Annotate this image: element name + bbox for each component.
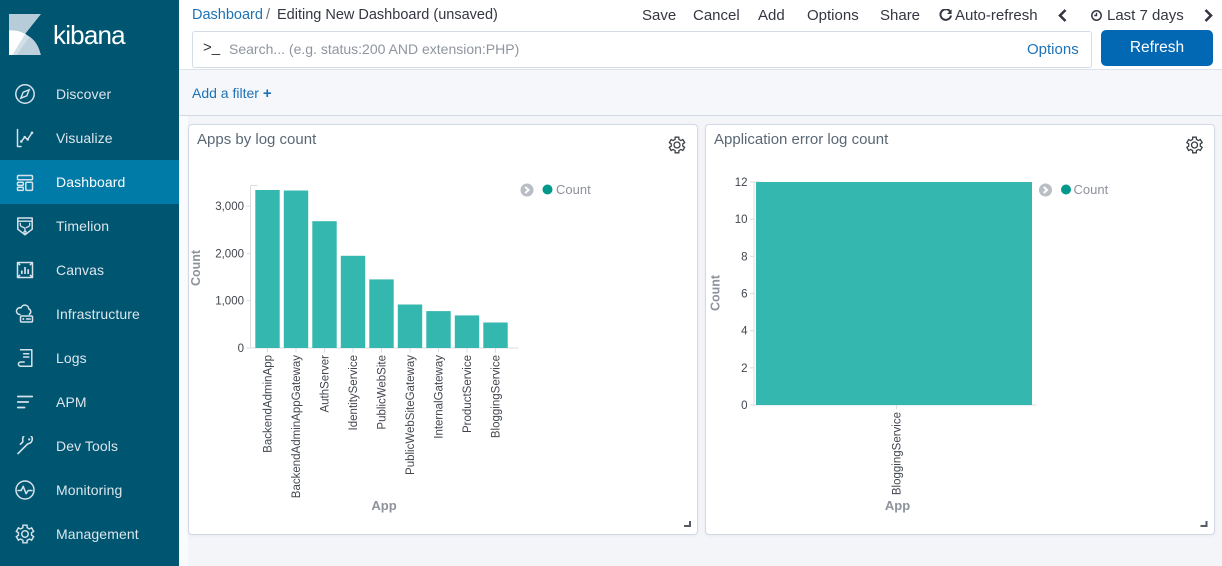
svg-text:PublicWebSite: PublicWebSite — [377, 355, 389, 430]
svg-text:10: 10 — [735, 214, 748, 226]
svg-text:Count: Count — [189, 249, 203, 286]
svg-text:1,000: 1,000 — [215, 296, 244, 308]
svg-text:2: 2 — [741, 363, 747, 375]
svg-text:InternalGateway: InternalGateway — [434, 355, 446, 439]
svg-text:0: 0 — [741, 400, 747, 412]
svg-text:BloggingService: BloggingService — [892, 412, 904, 495]
svg-text:Count: Count — [556, 182, 591, 197]
svg-text:3,000: 3,000 — [215, 201, 244, 213]
svg-text:ProductService: ProductService — [462, 355, 474, 433]
svg-text:2,000: 2,000 — [215, 248, 244, 260]
svg-text:BloggingService: BloggingService — [491, 355, 503, 438]
svg-text:Count: Count — [1074, 182, 1109, 197]
svg-text:IdentityService: IdentityService — [348, 355, 360, 430]
svg-text:App: App — [885, 498, 910, 513]
svg-text:6: 6 — [741, 289, 747, 301]
svg-text:4: 4 — [741, 326, 748, 338]
svg-text:Count: Count — [709, 274, 723, 311]
svg-text:12: 12 — [735, 177, 748, 189]
svg-text:BackendAdminApp: BackendAdminApp — [263, 355, 275, 453]
svg-text:AuthServer: AuthServer — [320, 355, 332, 413]
svg-text:PublicWebSiteGateway: PublicWebSiteGateway — [405, 355, 417, 475]
svg-text:8: 8 — [741, 251, 747, 263]
svg-text:App: App — [371, 498, 396, 513]
svg-text:0: 0 — [238, 343, 244, 355]
svg-text:BackendAdminAppGateway: BackendAdminAppGateway — [291, 355, 303, 498]
